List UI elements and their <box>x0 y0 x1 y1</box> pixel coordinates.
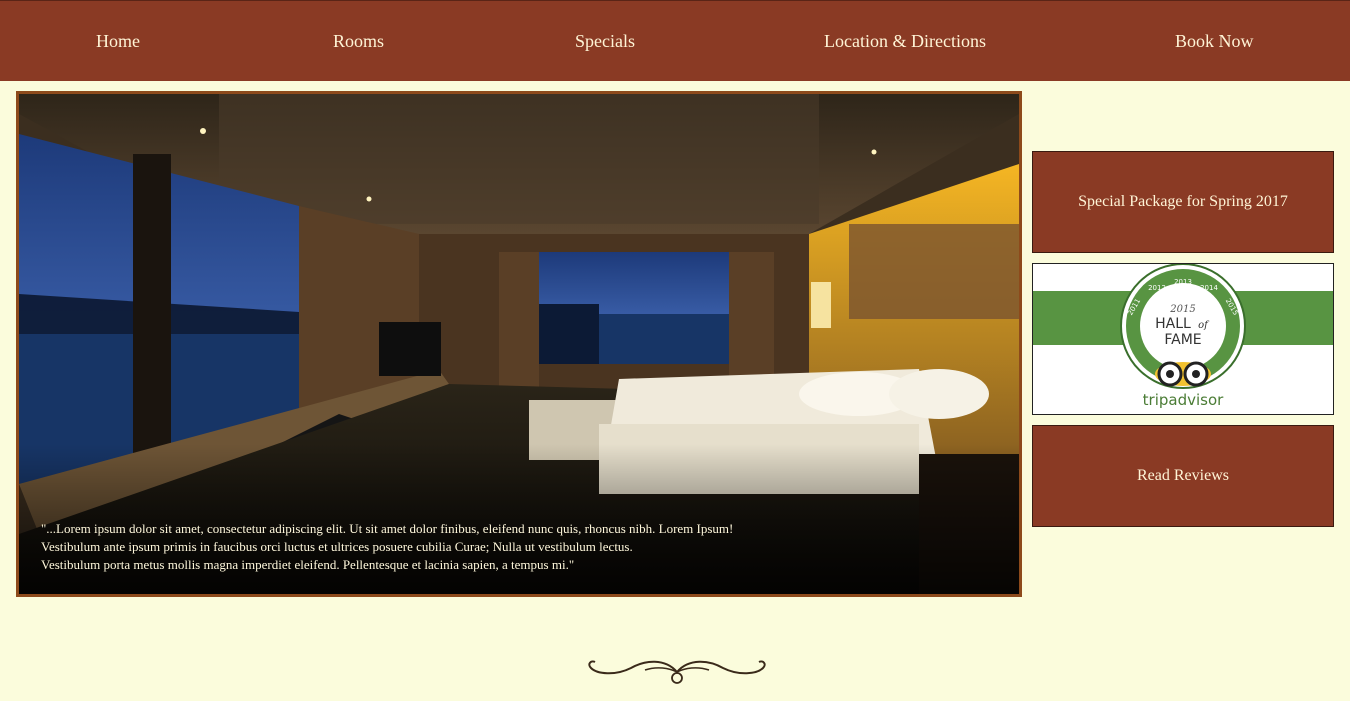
quote-line: "...Lorem ipsum dolor sit amet, consecte… <box>41 521 734 536</box>
special-package-label: Special Package for Spring 2017 <box>1078 193 1288 210</box>
owl-eyes-icon <box>1155 361 1211 387</box>
special-package-button[interactable]: Special Package for Spring 2017 <box>1032 151 1334 253</box>
hall-of-fame-logo: 2013 2012 2014 2011 2015 2015 HALL of FA… <box>1033 263 1333 409</box>
nav-location-directions[interactable]: Location & Directions <box>824 31 986 52</box>
flourish-divider-icon <box>588 660 766 684</box>
top-nav: Home Rooms Specials Location & Direction… <box>0 0 1350 81</box>
quote-line: Vestibulum ante ipsum primis in faucibus… <box>41 539 633 554</box>
tripadvisor-wordmark: tripadvisor <box>1143 391 1224 409</box>
read-reviews-button[interactable]: Read Reviews <box>1032 425 1334 527</box>
ring-year-2012: 2012 <box>1148 284 1166 292</box>
tripadvisor-hall-of-fame-badge[interactable]: 2013 2012 2014 2011 2015 2015 HALL of FA… <box>1032 263 1334 415</box>
quote-line: Vestibulum porta metus mollis magna impe… <box>41 557 575 572</box>
nav-home[interactable]: Home <box>96 31 140 52</box>
nav-book-now[interactable]: Book Now <box>1175 31 1254 52</box>
guest-quote: "...Lorem ipsum dolor sit amet, consecte… <box>41 520 961 574</box>
hotel-room-photo <box>19 94 1019 594</box>
badge-hall: HALL <box>1155 316 1191 332</box>
ring-year-2014: 2014 <box>1200 284 1218 292</box>
read-reviews-label: Read Reviews <box>1137 467 1229 484</box>
badge-fame: FAME <box>1164 332 1201 348</box>
hero-image: "...Lorem ipsum dolor sit amet, consecte… <box>16 91 1022 597</box>
nav-rooms[interactable]: Rooms <box>333 31 384 52</box>
ring-year-2013: 2013 <box>1174 278 1192 286</box>
badge-year: 2015 <box>1169 304 1195 315</box>
nav-specials[interactable]: Specials <box>575 31 635 52</box>
